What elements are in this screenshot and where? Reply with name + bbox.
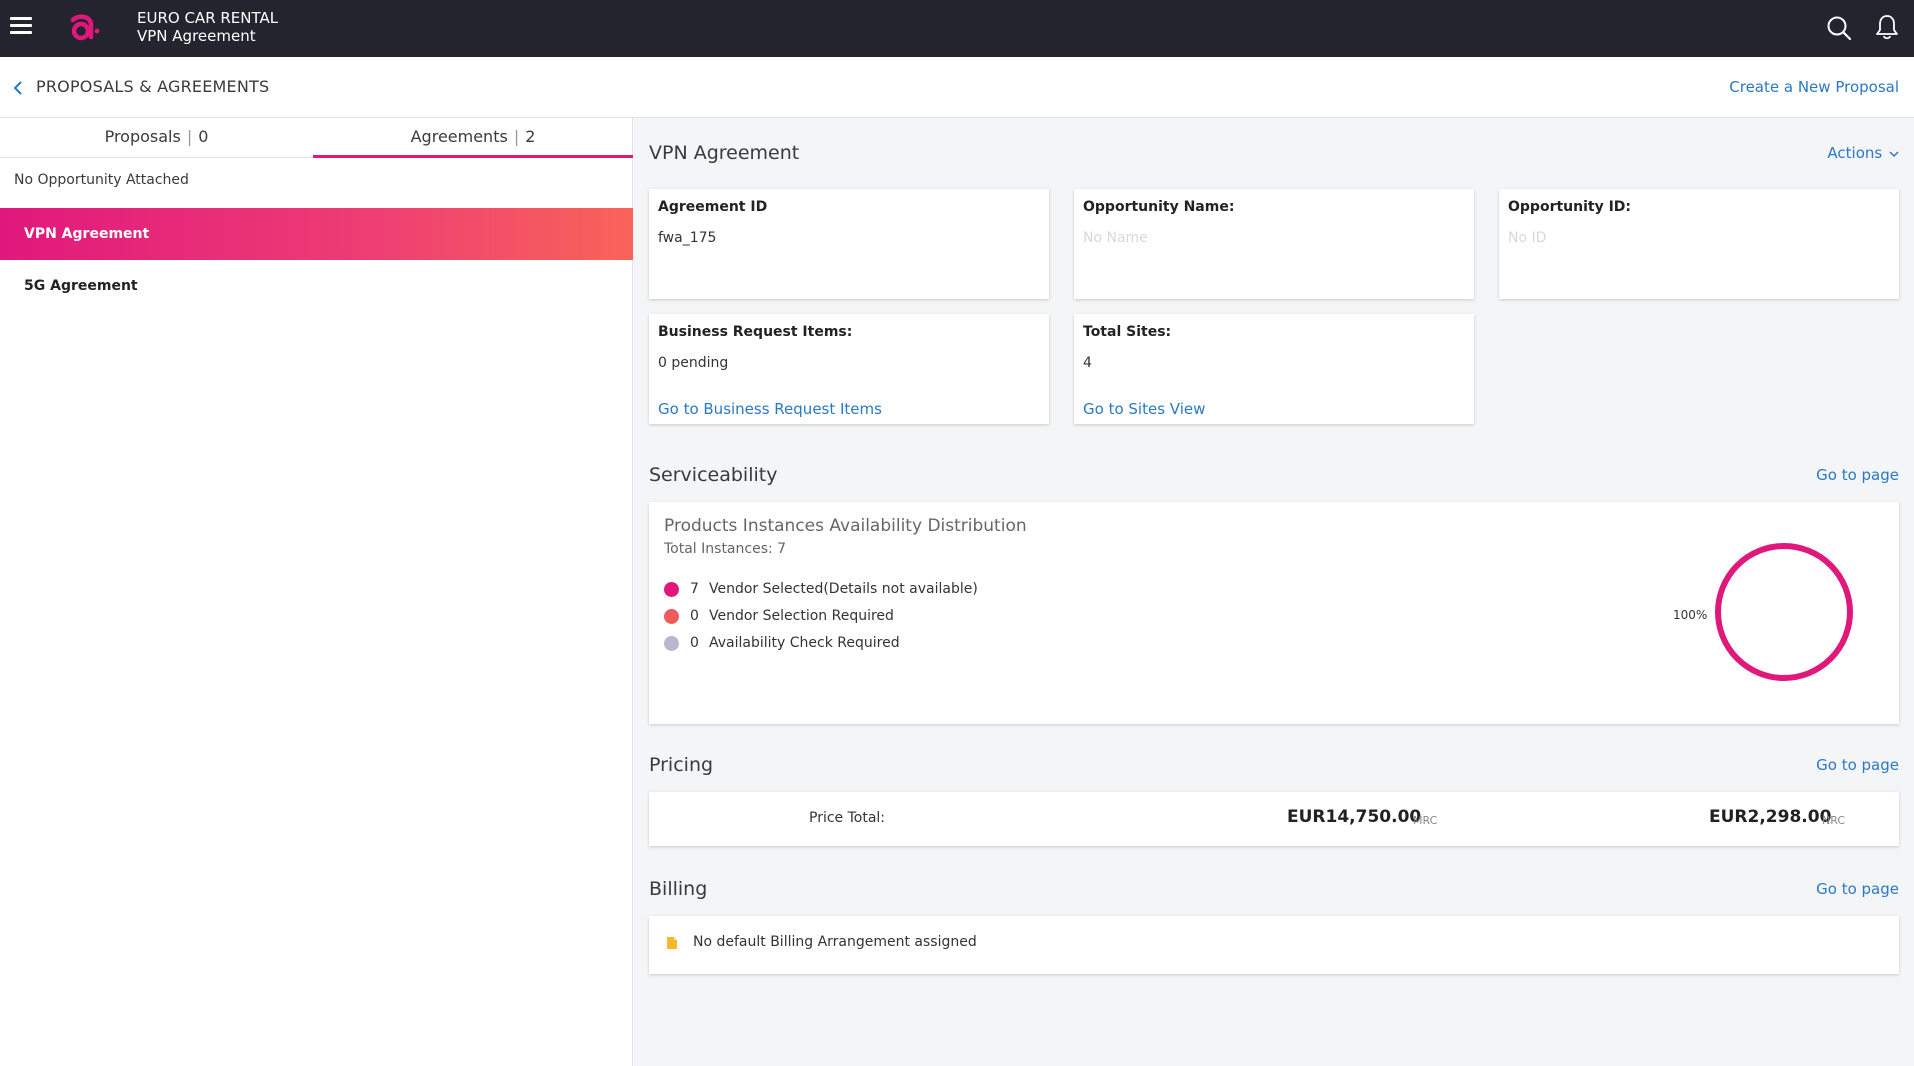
no-opportunity-label: No Opportunity Attached [14,172,189,188]
card-label: Agreement ID [658,199,768,215]
agreement-item-vpn[interactable]: VPN Agreement [0,208,633,260]
opportunity-id-value: No ID [1508,230,1547,246]
tab-agreements[interactable]: Agreements | 2 [313,118,633,158]
mrc-amount: EUR14,750.00 [1287,807,1422,827]
app-title: EURO CAR RENTAL VPN Agreement [137,9,278,45]
top-bar: EURO CAR RENTAL VPN Agreement [0,0,1914,57]
legend-count: 0 [690,608,699,624]
chevron-left-icon[interactable] [12,79,24,97]
billing-message: No default Billing Arrangement assigned [693,934,977,950]
agreement-id-card: Agreement ID fwa_175 [649,189,1049,299]
serviceability-go-link[interactable]: Go to page [1816,466,1899,484]
legend-item: 0 Vendor Selection Required [664,606,894,626]
agreement-details: VPN Agreement Actions Agreement ID fwa_1… [634,118,1914,1066]
create-proposal-link[interactable]: Create a New Proposal [1729,78,1899,96]
mrc-unit: MRC [1413,814,1438,827]
legend-count: 0 [690,635,699,651]
breadcrumb: PROPOSALS & AGREEMENTS Create a New Prop… [0,57,1914,118]
pricing-title: Pricing [649,754,714,776]
nrc-unit: NRC [1822,814,1846,827]
card-label: Business Request Items: [658,324,853,340]
billing-go-link[interactable]: Go to page [1816,880,1899,898]
tab-label: Agreements [410,127,508,146]
legend-dot-icon [664,608,679,624]
card-label: Opportunity Name: [1083,199,1235,215]
amdocs-logo-icon[interactable] [67,11,101,45]
tab-count: 0 [198,127,209,146]
tab-separator: | [186,127,193,146]
tab-label: Proposals [104,127,181,146]
opportunity-id-card: Opportunity ID: No ID [1499,189,1899,299]
pricing-go-link[interactable]: Go to page [1816,756,1899,774]
total-sites-value: 4 [1083,355,1092,371]
agreement-item-5g[interactable]: 5G Agreement [0,260,633,312]
bell-icon[interactable] [1874,13,1900,41]
tab-proposals[interactable]: Proposals | 0 [0,118,313,158]
legend-label: Vendor Selected(Details not available) [709,581,978,597]
search-icon[interactable] [1826,15,1852,41]
actions-dropdown[interactable]: Actions [1827,144,1899,162]
agreements-sidebar: Proposals | 0 Agreements | 2 No Opportunity … [0,118,633,1066]
tab-count: 2 [525,127,536,146]
chart-title: Products Instances Availability Distribu… [664,516,1027,536]
pricing-card: Price Total: EUR14,750.00 MRC EUR2,298.0… [649,792,1899,846]
legend-count: 7 [690,581,699,597]
donut-ring [1715,543,1853,681]
card-label: Opportunity ID: [1508,199,1632,215]
price-total-label: Price Total: [809,810,886,826]
availability-donut-chart [1715,543,1853,681]
serviceability-card: Products Instances Availability Distribu… [649,502,1899,724]
page-name: VPN Agreement [137,27,256,45]
legend-item: 0 Availability Check Required [664,633,900,653]
breadcrumb-title[interactable]: PROPOSALS & AGREEMENTS [36,77,269,96]
tab-separator: | [513,127,520,146]
business-request-link[interactable]: Go to Business Request Items [658,400,882,418]
legend-dot-icon [664,635,679,651]
legend-label: Vendor Selection Required [709,608,894,624]
total-sites-card: Total Sites: 4 Go to Sites View [1074,314,1474,424]
company-name: EURO CAR RENTAL [137,9,279,27]
legend-label: Availability Check Required [709,635,900,651]
serviceability-title: Serviceability [649,464,778,486]
opportunity-name-card: Opportunity Name: No Name [1074,189,1474,299]
chevron-down-icon [1889,151,1899,158]
nrc-amount: EUR2,298.00 [1709,807,1832,827]
business-request-value: 0 pending [658,355,729,371]
card-label: Total Sites: [1083,324,1172,340]
billing-title: Billing [649,878,708,900]
tab-bar: Proposals | 0 Agreements | 2 [0,118,633,158]
agreement-id-value: fwa_175 [658,230,717,246]
page-title: VPN Agreement [649,142,800,164]
total-instances: Total Instances: 7 [664,541,787,557]
business-request-card: Business Request Items: 0 pending Go to … [649,314,1049,424]
legend-dot-icon [664,581,679,597]
sites-view-link[interactable]: Go to Sites View [1083,400,1205,418]
billing-card: No default Billing Arrangement assigned [649,916,1899,974]
actions-label: Actions [1827,144,1883,162]
document-warning-icon [667,937,677,949]
opportunity-name-value: No Name [1083,230,1148,246]
menu-icon[interactable] [10,17,32,35]
legend-item: 7 Vendor Selected(Details not available) [664,579,978,599]
